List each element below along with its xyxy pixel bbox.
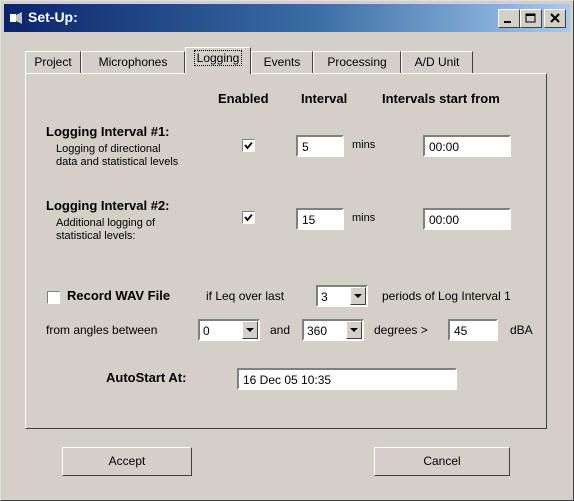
interval2-start-field[interactable]: 00:00 xyxy=(423,208,511,230)
periods-dropdown-arrow[interactable] xyxy=(350,287,366,305)
interval1-desc-line2: data and statistical levels xyxy=(56,156,179,168)
angle-to-value: 360 xyxy=(307,324,328,338)
angle-from-value: 0 xyxy=(203,324,210,338)
interval2-desc-line1: Additional logging of xyxy=(56,217,156,229)
tab-label: Microphones xyxy=(98,55,168,69)
tab-label: Events xyxy=(263,55,301,69)
title-bar[interactable]: Set-Up: xyxy=(4,4,570,32)
close-icon xyxy=(550,13,560,23)
dropdown-arrow-icon xyxy=(350,328,358,332)
interval2-enabled-checkbox[interactable] xyxy=(242,211,255,224)
minimize-icon xyxy=(504,21,511,23)
periods-text: periods of Log Interval 1 xyxy=(382,289,511,303)
tab-label: Processing xyxy=(327,55,387,69)
checkmark-icon xyxy=(244,141,253,150)
app-icon xyxy=(10,12,22,24)
setup-window: Set-Up: Project Microphones Logging Even… xyxy=(0,0,574,501)
degrees-text: degrees > xyxy=(374,323,428,337)
start-column-header: Intervals start from xyxy=(382,91,500,106)
cancel-button[interactable]: Cancel xyxy=(374,447,510,476)
angles-text: from angles between xyxy=(46,323,158,337)
checkmark-icon xyxy=(244,213,253,222)
logging-panel: Enabled Interval Intervals start from Lo… xyxy=(25,73,547,429)
interval1-enabled-checkbox[interactable] xyxy=(242,139,255,152)
tab-project[interactable]: Project xyxy=(25,51,81,73)
and-text: and xyxy=(270,323,291,337)
tab-label: A/D Unit xyxy=(414,55,460,69)
leq-condition-text: if Leq over last xyxy=(206,289,285,303)
interval1-start-field[interactable]: 00:00 xyxy=(423,135,511,157)
accept-button[interactable]: Accept xyxy=(62,447,192,476)
enabled-column-header: Enabled xyxy=(218,91,269,106)
tab-events[interactable]: Events xyxy=(251,51,313,73)
interval2-desc-line2: statistical levels: xyxy=(56,230,136,242)
tab-processing[interactable]: Processing xyxy=(313,51,401,73)
window-title: Set-Up: xyxy=(28,9,78,25)
interval1-unit: mins xyxy=(352,139,376,151)
tab-microphones[interactable]: Microphones xyxy=(81,51,185,73)
minimize-button[interactable] xyxy=(498,9,520,28)
close-button[interactable] xyxy=(544,9,566,28)
maximize-button[interactable] xyxy=(520,9,542,28)
threshold-field[interactable]: 45 xyxy=(448,319,498,341)
tab-label: Logging xyxy=(193,50,243,66)
interval2-unit: mins xyxy=(352,212,376,224)
interval1-value-field[interactable]: 5 xyxy=(296,135,344,157)
dropdown-arrow-icon xyxy=(246,328,254,332)
dropdown-arrow-icon xyxy=(354,294,362,298)
tab-logging[interactable]: Logging xyxy=(185,47,251,74)
tab-label: Project xyxy=(34,55,72,69)
periods-dropdown[interactable]: 3 xyxy=(316,285,368,307)
angle-from-dropdown[interactable]: 0 xyxy=(198,319,260,341)
interval-column-header: Interval xyxy=(301,91,348,106)
autostart-field[interactable]: 16 Dec 05 10:35 xyxy=(237,368,457,390)
interval2-title: Logging Interval #2: xyxy=(46,198,170,213)
interval1-title: Logging Interval #1: xyxy=(46,124,170,139)
angle-from-dropdown-arrow[interactable] xyxy=(242,321,258,339)
tab-ad-unit[interactable]: A/D Unit xyxy=(401,51,473,73)
autostart-label: AutoStart At: xyxy=(106,370,187,385)
interval1-desc-line1: Logging of directional xyxy=(56,143,161,155)
record-wav-label[interactable]: Record WAV File xyxy=(67,288,170,303)
dba-unit: dBA xyxy=(510,323,533,337)
angle-to-dropdown-arrow[interactable] xyxy=(346,321,362,339)
angle-to-dropdown[interactable]: 360 xyxy=(302,319,364,341)
maximize-icon xyxy=(525,13,536,23)
periods-value: 3 xyxy=(321,290,328,304)
record-wav-checkbox[interactable] xyxy=(47,291,60,304)
interval2-value-field[interactable]: 15 xyxy=(296,208,344,230)
